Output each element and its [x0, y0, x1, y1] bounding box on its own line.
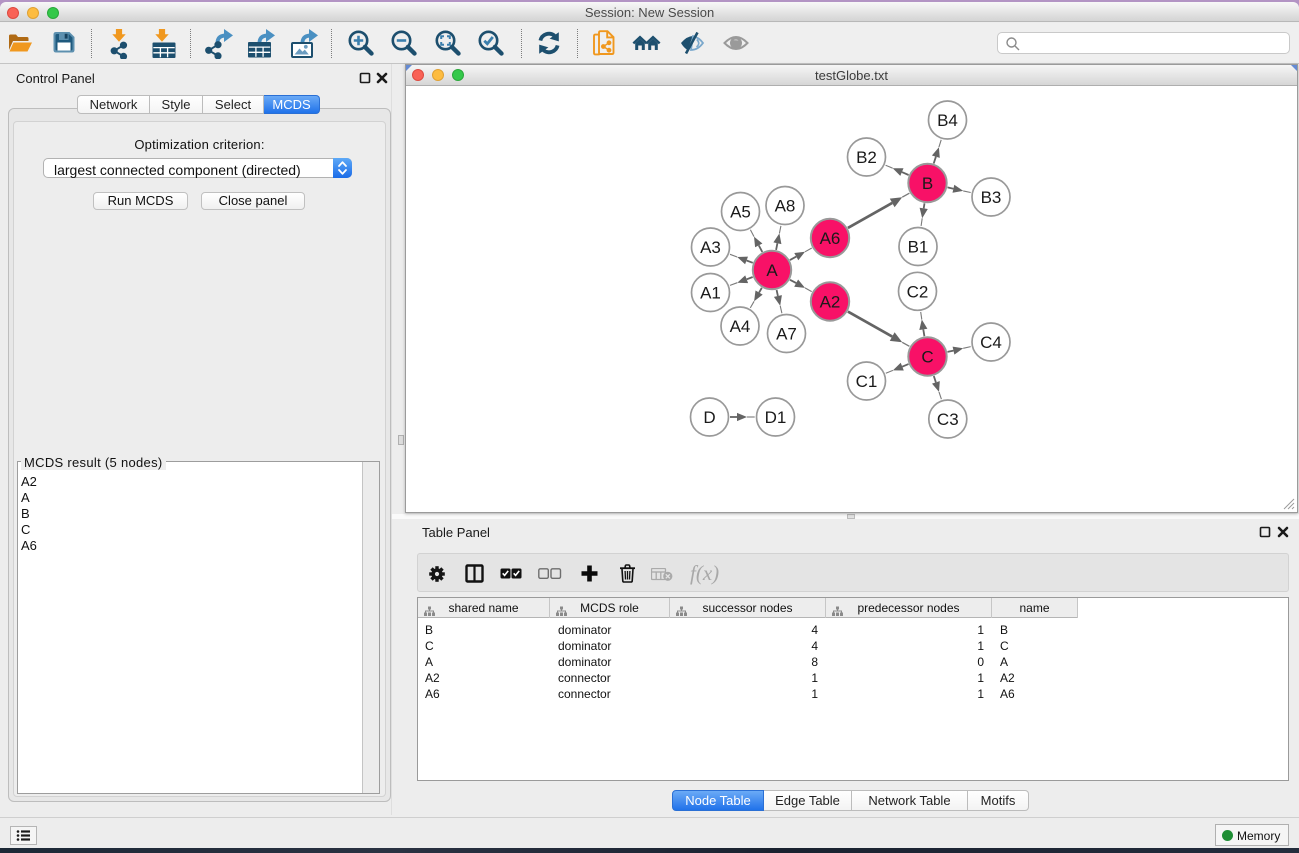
svg-text:C: C [921, 348, 933, 367]
svg-text:A4: A4 [730, 317, 751, 336]
svg-text:B2: B2 [856, 148, 877, 167]
svg-text:B4: B4 [937, 111, 958, 130]
svg-text:C2: C2 [907, 282, 929, 301]
svg-text:A3: A3 [700, 238, 721, 257]
svg-text:B1: B1 [908, 238, 929, 257]
svg-text:B: B [922, 174, 933, 193]
svg-text:A1: A1 [700, 284, 721, 303]
svg-text:D1: D1 [765, 408, 787, 427]
svg-text:D: D [703, 408, 715, 427]
svg-text:A5: A5 [730, 203, 751, 222]
svg-text:A6: A6 [820, 229, 841, 248]
svg-text:A: A [766, 261, 778, 280]
svg-text:B3: B3 [981, 188, 1002, 207]
svg-text:C3: C3 [937, 410, 959, 429]
svg-text:C4: C4 [980, 333, 1002, 352]
svg-text:A7: A7 [776, 325, 797, 344]
svg-text:A8: A8 [775, 197, 796, 216]
svg-text:C1: C1 [856, 372, 878, 391]
svg-text:A2: A2 [820, 293, 841, 312]
